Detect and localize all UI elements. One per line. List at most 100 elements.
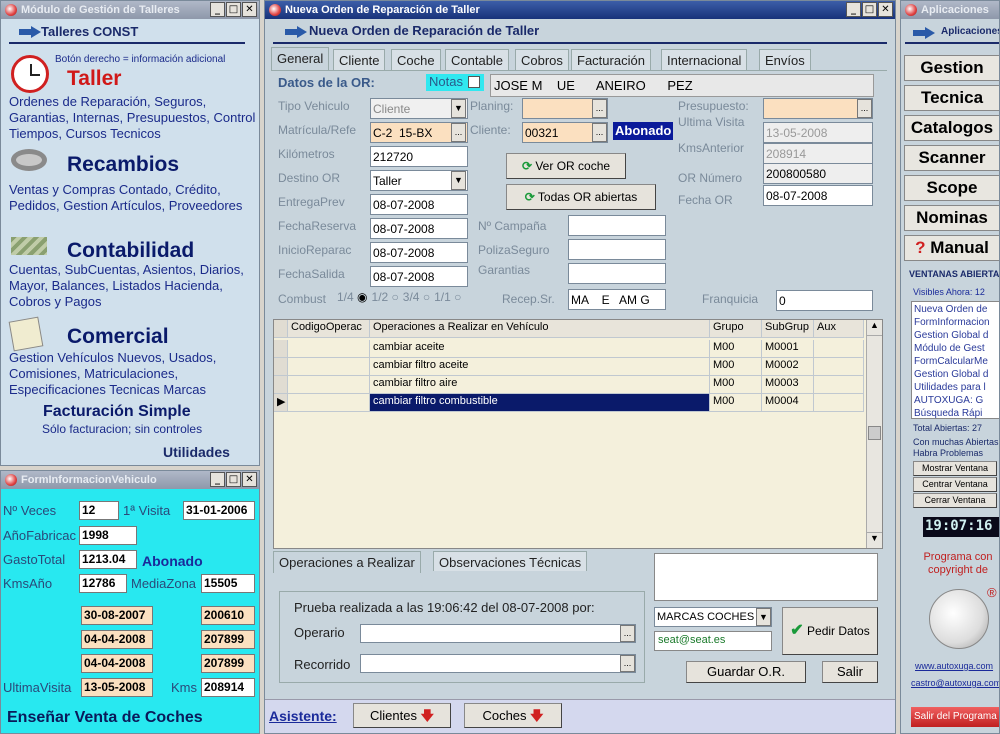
table-row[interactable]: cambiar filtro aire M00 M0003 [274,376,864,394]
tab-operaciones[interactable]: Operaciones a Realizar [273,551,421,573]
dropdown-arrow-icon[interactable]: ▼ [756,608,771,626]
col-header[interactable]: Operaciones a Realizar en Vehículo [370,320,710,338]
table-row[interactable]: cambiar aceite M00 M0001 [274,340,864,358]
list-item[interactable]: Módulo de Gest [914,343,985,354]
autoxuga-logo[interactable] [929,589,989,649]
scanner-button[interactable]: Scanner [904,145,999,171]
combust-option[interactable]: 1/1 ○ [434,290,461,304]
scroll-thumb[interactable] [868,426,881,440]
ventanas-list[interactable]: Nueva Orden de FormInformacion Gestion G… [911,301,999,419]
grupo-cell[interactable]: M00 [710,376,762,394]
list-item[interactable]: Gestion Global d [914,369,989,380]
catalogos-button[interactable]: Catalogos [904,115,999,141]
email-link[interactable]: castro@autoxuga.com [911,678,999,688]
dropdown-arrow-icon[interactable]: ▼ [451,99,466,118]
maximize-button[interactable]: □ [226,472,241,487]
guardar-or-button[interactable]: Guardar O.R. [686,661,806,683]
email-field[interactable]: seat@seat.es [654,631,772,651]
ensenar-venta-link[interactable]: Enseñar Venta de Coches [7,709,203,727]
close-button[interactable]: ✕ [242,2,257,17]
maximize-button[interactable]: □ [226,2,241,17]
campana-input[interactable] [568,215,666,236]
website-link[interactable]: www.autoxuga.com [915,661,993,671]
gestion-button[interactable]: Gestion [904,55,999,81]
titlebar[interactable]: FormInformacionVehiculo _ □ ✕ [1,471,259,489]
lookup-button[interactable]: ... [592,99,607,118]
combust-option[interactable]: 3/4 ○ [403,290,430,304]
contabilidad-text[interactable]: Cuentas, SubCuentas, Asientos, Diarios, … [9,262,257,310]
tab-cliente[interactable]: Cliente [333,49,386,71]
combust-option[interactable]: 1/4 ◉ [337,290,368,304]
comercial-text[interactable]: Gestion Vehículos Nuevos, Usados, Comisi… [9,350,259,398]
mostrar-ventana-button[interactable]: Mostrar Ventana [913,461,997,476]
combust-option[interactable]: 1/2 ○ [372,290,399,304]
scope-button[interactable]: Scope [904,175,999,201]
lookup-button[interactable]: ... [620,625,635,642]
taller-icon[interactable] [11,55,49,93]
subgrupo-cell[interactable]: M0001 [762,340,814,358]
poliza-input[interactable] [568,239,666,260]
minimize-button[interactable]: _ [846,2,861,17]
fechareserva-input[interactable] [370,218,468,239]
list-item[interactable]: FormInformacion [914,317,990,328]
grupo-cell[interactable]: M00 [710,358,762,376]
close-button[interactable]: ✕ [242,472,257,487]
list-item[interactable]: Nueva Orden de [914,304,987,315]
taller-text[interactable]: Ordenes de Reparación, Seguros, Garantia… [9,94,257,142]
recambios-text[interactable]: Ventas y Compras Contado, Crédito, Pedid… [9,182,257,214]
grid-scrollbar[interactable]: ▲ ▼ [866,320,882,548]
tab-general[interactable]: General [271,47,330,71]
pedir-datos-button[interactable]: ✔ Pedir Datos [782,607,878,655]
tab-envios[interactable]: Envíos [759,49,811,71]
notas-checkbox[interactable] [468,76,480,88]
comercial-title[interactable]: Comercial [67,325,169,349]
recambios-icon[interactable] [11,149,47,171]
entrega-input[interactable] [370,194,468,215]
utilidades-link[interactable]: Utilidades [163,444,230,460]
facturacion-text[interactable]: Sólo facturacion; sin controles [42,422,202,436]
lookup-button[interactable]: ... [620,655,635,672]
grupo-cell[interactable]: M00 [710,340,762,358]
op-cell[interactable]: cambiar filtro aceite [370,358,710,376]
col-header[interactable]: CodigoOperac [288,320,370,338]
dropdown-arrow-icon[interactable]: ▼ [451,171,466,190]
kilometros-input[interactable] [370,146,468,167]
coches-button[interactable]: Coches 🡇 [464,703,562,728]
table-row[interactable]: cambiar filtro aceite M00 M0002 [274,358,864,376]
table-row-selected[interactable]: ▶ cambiar filtro combustible M00 M0004 [274,394,864,412]
centrar-ventana-button[interactable]: Centrar Ventana [913,477,997,492]
col-header[interactable]: Aux [814,320,864,338]
scroll-up-icon[interactable]: ▲ [867,320,882,336]
operario-input[interactable] [360,624,636,643]
tab-cobros[interactable]: Cobros [515,49,569,71]
recorrido-input[interactable] [360,654,636,673]
list-item[interactable]: Utilidades para l [914,382,986,393]
manual-button[interactable]: ? Manual [904,235,999,261]
fecha-or-input[interactable] [763,185,873,206]
fechasalida-input[interactable] [370,266,468,287]
tecnica-button[interactable]: Tecnica [904,85,999,111]
subgrupo-cell[interactable]: M0003 [762,376,814,394]
marcas-select[interactable] [654,607,772,627]
tab-facturacion[interactable]: Facturación [571,49,651,71]
maximize-button[interactable]: □ [862,2,877,17]
recambios-title[interactable]: Recambios [67,153,179,177]
lookup-button[interactable]: ... [857,99,872,118]
grupo-cell[interactable]: M00 [710,394,762,412]
op-cell[interactable]: cambiar aceite [370,340,710,358]
minimize-button[interactable]: _ [210,472,225,487]
op-cell[interactable]: cambiar filtro combustible [370,394,710,412]
subgrupo-cell[interactable]: M0004 [762,394,814,412]
list-item[interactable]: Búsqueda Rápi [914,408,982,418]
todas-or-abiertas-button[interactable]: ⟳ Todas OR abiertas [506,184,656,210]
nominas-button[interactable]: Nominas [904,205,999,231]
list-item[interactable]: Gestion Global d [914,330,989,341]
close-button[interactable]: ✕ [878,2,893,17]
col-header[interactable]: SubGrup [762,320,814,338]
contabilidad-icon[interactable] [11,237,47,255]
minimize-button[interactable]: _ [210,2,225,17]
comercial-icon[interactable] [8,316,44,352]
notes-box[interactable] [654,553,878,601]
lookup-button[interactable]: ... [451,123,466,142]
tab-coche[interactable]: Coche [391,49,441,71]
